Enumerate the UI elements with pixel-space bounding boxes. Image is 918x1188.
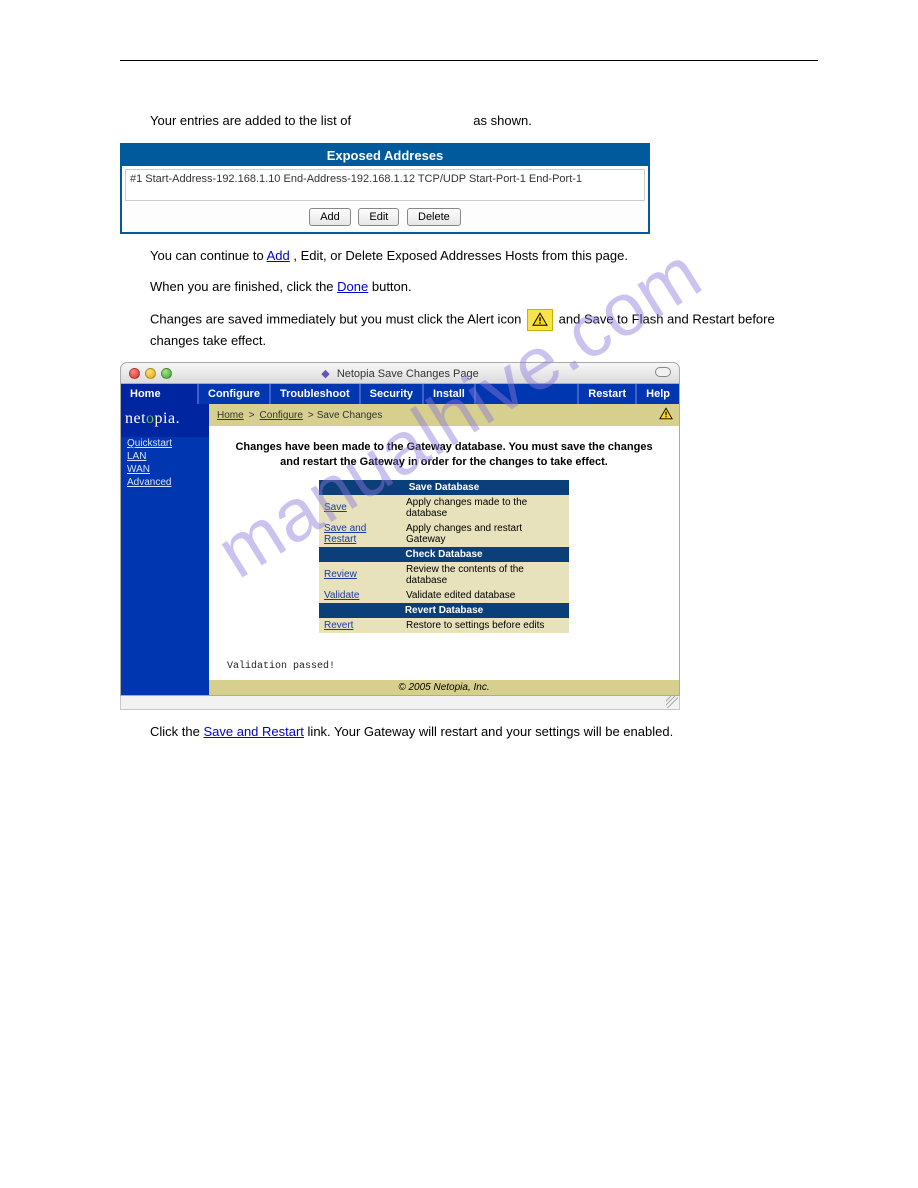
- nav-install[interactable]: Install: [424, 384, 476, 404]
- alert-icon: [527, 309, 553, 331]
- nav-configure[interactable]: Configure: [199, 384, 271, 404]
- nav-security[interactable]: Security: [361, 384, 424, 404]
- alert-paragraph: Changes are saved immediately but you mu…: [150, 309, 818, 351]
- save-and-restart-link-table[interactable]: Save and Restart: [324, 523, 366, 545]
- pill-button[interactable]: [655, 367, 671, 377]
- check-database-header: Check Database: [319, 547, 569, 562]
- resize-grip-icon[interactable]: [666, 696, 678, 708]
- logo-net: net: [125, 410, 146, 427]
- breadcrumb: Home > Configure > Save Changes: [209, 404, 679, 426]
- gateway-message: Changes have been made to the Gateway da…: [209, 426, 679, 480]
- window-titlebar: ◆ Netopia Save Changes Page: [120, 362, 680, 384]
- delete-button[interactable]: Delete: [407, 208, 461, 226]
- review-link[interactable]: Review: [324, 569, 357, 580]
- continue-paragraph: You can continue to Add , Edit, or Delet…: [150, 246, 818, 266]
- database-table: Save Database Save Apply changes made to…: [319, 480, 569, 633]
- breadcrumb-current: Save Changes: [317, 410, 383, 421]
- horizontal-rule: [120, 60, 818, 61]
- save-database-header: Save Database: [319, 480, 569, 495]
- save-desc: Apply changes made to the database: [401, 495, 569, 521]
- header-alert-icon[interactable]: [659, 407, 673, 423]
- copyright-footer: © 2005 Netopia, Inc.: [209, 680, 679, 695]
- window-title: Netopia Save Changes Page: [337, 368, 479, 380]
- revert-link[interactable]: Revert: [324, 620, 353, 631]
- logo: netopia.: [121, 404, 209, 437]
- nav-restart[interactable]: Restart: [577, 384, 635, 404]
- alert-text-1: Changes are saved immediately but you mu…: [150, 311, 525, 326]
- exposed-entry-1: #1 Start-Address-192.168.1.10 End-Addres…: [130, 173, 582, 185]
- revert-desc: Restore to settings before edits: [401, 618, 569, 633]
- sidebar-item-lan[interactable]: LAN: [121, 450, 209, 463]
- main-area: Home > Configure > Save Changes: [209, 404, 679, 695]
- save-changes-window: ◆ Netopia Save Changes Page Home Configu…: [120, 362, 680, 710]
- final-paragraph: Click the Save and Restart link. Your Ga…: [150, 722, 818, 742]
- finished-text-1: When you are finished, click the: [150, 279, 337, 294]
- final-text-1: Click the: [150, 724, 203, 739]
- window-statusbar: [120, 696, 680, 710]
- sidebar-item-wan[interactable]: WAN: [121, 463, 209, 476]
- bookmark-icon: ◆: [321, 368, 329, 380]
- sidebar: netopia. Quickstart LAN WAN Advanced: [121, 404, 209, 695]
- exposed-addresses-link[interactable]: Exposed Addresses: [355, 113, 470, 128]
- finished-paragraph: When you are finished, click the Done bu…: [150, 277, 818, 297]
- window-title-area: ◆ Netopia Save Changes Page: [121, 367, 679, 380]
- exposed-addresses-listbox[interactable]: #1 Start-Address-192.168.1.10 End-Addres…: [125, 169, 645, 201]
- revert-database-header: Revert Database: [319, 603, 569, 618]
- sidebar-item-quickstart[interactable]: Quickstart: [121, 437, 209, 450]
- finished-text-2: button.: [372, 279, 412, 294]
- add-button[interactable]: Add: [309, 208, 351, 226]
- logo-o: o: [146, 410, 155, 427]
- final-text-2: link. Your Gateway will restart and your…: [308, 724, 674, 739]
- validate-link[interactable]: Validate: [324, 590, 359, 601]
- nav-troubleshoot[interactable]: Troubleshoot: [271, 384, 361, 404]
- continue-text-1: You can continue to: [150, 248, 267, 263]
- nav-home[interactable]: Home: [121, 384, 199, 404]
- done-link[interactable]: Done: [337, 279, 368, 294]
- nav-help[interactable]: Help: [635, 384, 679, 404]
- intro-text-1: Your entries are added to the list of: [150, 113, 355, 128]
- save-restart-desc: Apply changes and restart Gateway: [401, 521, 569, 547]
- save-and-restart-link[interactable]: Save and Restart: [203, 724, 303, 739]
- sidebar-item-advanced[interactable]: Advanced: [121, 476, 209, 489]
- intro-paragraph: Your entries are added to the list of Ex…: [150, 111, 818, 131]
- exposed-addresses-widget: Exposed Addreses #1 Start-Address-192.16…: [120, 143, 650, 234]
- add-link[interactable]: Add: [267, 248, 290, 263]
- exposed-addresses-header: Exposed Addreses: [122, 145, 648, 166]
- review-desc: Review the contents of the database: [401, 562, 569, 588]
- intro-text-2: as shown.: [473, 113, 532, 128]
- edit-button[interactable]: Edit: [358, 208, 399, 226]
- validation-message: Validation passed!: [209, 633, 679, 680]
- breadcrumb-home[interactable]: Home: [217, 410, 244, 421]
- logo-pia: pia.: [155, 410, 181, 427]
- top-nav: Home Configure Troubleshoot Security Ins…: [121, 384, 679, 404]
- validate-desc: Validate edited database: [401, 588, 569, 603]
- save-link[interactable]: Save: [324, 502, 347, 513]
- breadcrumb-configure[interactable]: Configure: [260, 410, 303, 421]
- continue-text-2: , Edit, or Delete Exposed Addresses Host…: [293, 248, 628, 263]
